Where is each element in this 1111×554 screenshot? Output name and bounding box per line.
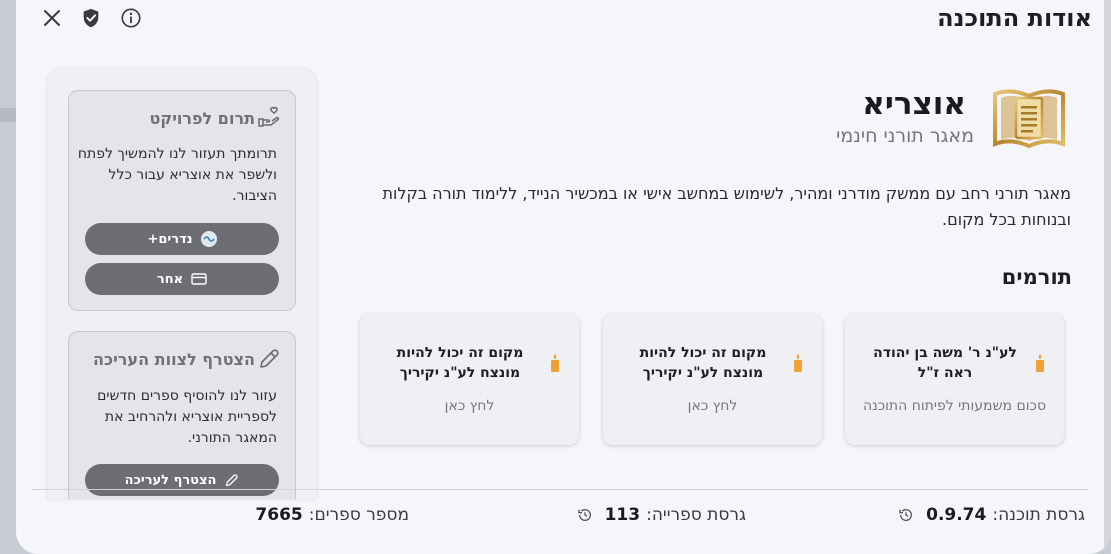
- pencil-icon: [224, 473, 239, 488]
- candle-icon: [792, 354, 804, 372]
- nedarim-button[interactable]: נדרים+: [85, 223, 279, 255]
- donor-card[interactable]: מקום זה יכול להיות מונצח לע"נ יקיריך לחץ…: [603, 314, 822, 445]
- history-icon[interactable]: [898, 507, 914, 523]
- footer-divider: [32, 489, 1088, 490]
- donor-card-subtitle: לחץ כאן: [687, 398, 738, 414]
- donors-title: תורמים: [1001, 265, 1072, 289]
- candle-icon: [549, 354, 561, 372]
- app-description: מאגר תורני רחב עם ממשק מודרני ומהיר, לשי…: [382, 184, 1072, 229]
- edit-team-text: עזור לנו להוסיף ספרים חדשים לספריית אוצר…: [97, 388, 277, 446]
- donor-card-subtitle: סכום משמעותי לפיתוח התוכנה: [862, 398, 1047, 414]
- scrollbar-track: [1104, 0, 1111, 554]
- app-subtitle: מאגר תורני חינמי: [836, 125, 974, 147]
- credit-card-icon: [191, 273, 207, 285]
- edit-team-title: הצטרף לצוות העריכה: [93, 350, 255, 369]
- library-version-value: 113: [604, 505, 641, 525]
- side-panel: תרום לפרויקט תרומתך תעזור לנו להמשיך לפת…: [47, 69, 317, 499]
- join-edit-button[interactable]: הצטרף לעריכה: [85, 464, 279, 496]
- shield-icon[interactable]: [77, 4, 105, 32]
- donor-card[interactable]: לע"נ ר' משה בן יהודה ראה ז"ל סכום משמעות…: [845, 314, 1064, 445]
- donate-card: תרום לפרויקט תרומתך תעזור לנו להמשיך לפת…: [68, 90, 296, 311]
- about-dialog: אודות התוכנה אוצריא מאגר תורני חינמי מאג…: [16, 0, 1111, 554]
- app-name: אוצריא: [862, 86, 966, 122]
- library-version-label: גרסת ספרייה:: [646, 505, 746, 525]
- donor-card-title: לע"נ ר' משה בן יהודה ראה ז"ל: [873, 345, 1017, 381]
- app-version-info: גרסת תוכנה: 0.9.74: [898, 505, 1085, 525]
- books-count-label: מספר ספרים:: [308, 505, 409, 525]
- other-label: אחר: [156, 271, 184, 287]
- donor-card-subtitle: לחץ כאן: [444, 398, 495, 414]
- candle-icon: [1034, 354, 1046, 372]
- pencil-icon: [257, 347, 281, 375]
- history-icon[interactable]: [577, 507, 593, 523]
- donate-title: תרום לפרויקט: [149, 109, 255, 128]
- donor-card[interactable]: מקום זה יכול להיות מונצח לע"נ יקיריך לחץ…: [360, 314, 579, 445]
- other-payment-button[interactable]: אחר: [85, 263, 279, 295]
- books-count-info: מספר ספרים: 7665: [255, 505, 409, 525]
- dialog-title: אודות התוכנה: [937, 4, 1092, 32]
- donor-card-title: מקום זה יכול להיות מונצח לע"נ יקיריך: [396, 345, 524, 381]
- donate-text: תרומתך תעזור לנו להמשיך לפתח ולשפר את או…: [77, 146, 277, 204]
- nedarim-logo-icon: [200, 231, 217, 247]
- library-version-info: גרסת ספרייה: 113: [577, 505, 746, 525]
- edit-team-card: הצטרף לצוות העריכה עזור לנו להוסיף ספרים…: [68, 331, 296, 499]
- books-count-value: 7665: [255, 505, 303, 525]
- hand-heart-icon: [257, 105, 281, 133]
- info-icon[interactable]: [117, 4, 145, 32]
- join-edit-label: הצטרף לעריכה: [124, 472, 217, 488]
- nedarim-label: נדרים+: [147, 231, 193, 247]
- book-logo-icon: [991, 84, 1067, 154]
- app-version-label: גרסת תוכנה:: [992, 505, 1085, 525]
- app-version-value: 0.9.74: [926, 505, 987, 525]
- close-icon[interactable]: [38, 4, 66, 32]
- donor-card-title: מקום זה יכול להיות מונצח לע"נ יקיריך: [639, 345, 767, 381]
